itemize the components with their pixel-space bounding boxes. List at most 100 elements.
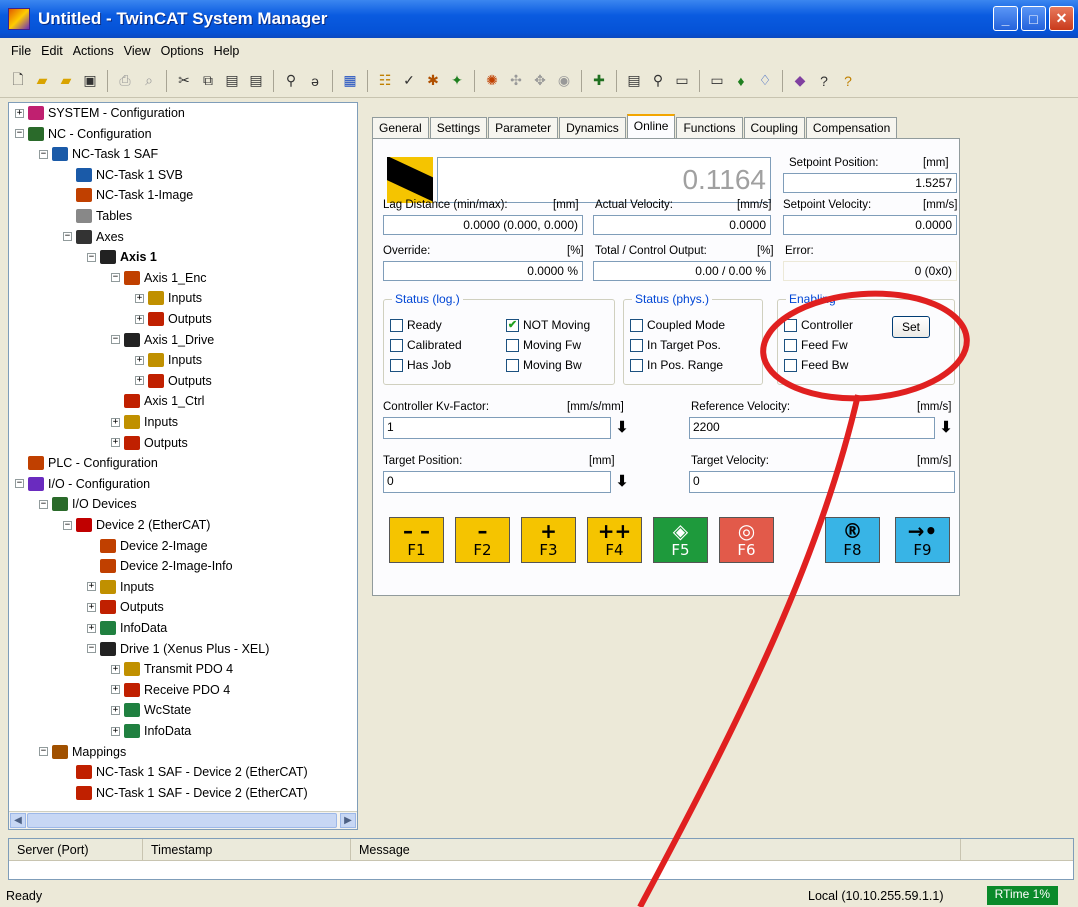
tree-node[interactable]: − Axis 1_Enc (111, 268, 207, 288)
ready-checkbox-box[interactable] (390, 318, 403, 332)
tree-expander-icon[interactable]: − (39, 747, 48, 757)
activate-configuration-icon[interactable]: ✱ (423, 71, 443, 91)
tree-node[interactable]: − NC - Configuration (15, 124, 152, 144)
ready-checkbox[interactable]: Ready (390, 318, 442, 332)
tree-node[interactable]: − Drive 1 (Xenus Plus - XEL) (87, 639, 269, 659)
has-job-checkbox-box[interactable] (390, 358, 403, 372)
f1-fast-backward-button[interactable]: – – F1 (389, 517, 444, 563)
cut-icon[interactable]: ✂ (174, 71, 194, 91)
open-folder-2-icon[interactable]: ▰ (56, 71, 76, 91)
tree-expander-icon[interactable]: + (111, 685, 120, 695)
tree-expander-icon[interactable]: + (111, 705, 120, 715)
properties-icon[interactable]: ▤ (624, 71, 644, 91)
moving-fw-checkbox[interactable]: Moving Fw (506, 338, 581, 352)
tab-settings[interactable]: Settings (429, 117, 488, 138)
tree-node[interactable]: PLC - Configuration (15, 453, 158, 473)
generate-mappings-icon[interactable]: ☷ (375, 71, 395, 91)
variable-icon[interactable]: ▭ (672, 71, 692, 91)
tree-node[interactable]: + Inputs (135, 288, 202, 308)
help-icon[interactable]: ? (814, 71, 834, 91)
message-pane[interactable]: Server (Port) Timestamp Message (8, 838, 1074, 880)
coupled-mode-checkbox-box[interactable] (630, 318, 643, 332)
tree-node[interactable]: + InfoData (87, 618, 167, 638)
tree-expander-icon[interactable]: − (15, 129, 24, 139)
f5-start-button[interactable]: ◈ F5 (653, 517, 708, 563)
feed-fw-checkbox-box[interactable] (784, 338, 797, 352)
reference-velocity-input[interactable]: 2200 (689, 417, 935, 439)
feed-bw-checkbox-box[interactable] (784, 358, 797, 372)
tree-node[interactable]: − Axis 1 (87, 247, 157, 267)
check-configuration-icon[interactable]: ✓ (399, 71, 419, 91)
add-device-icon[interactable]: ✚ (589, 71, 609, 91)
target-system-icon[interactable]: ▦ (340, 71, 360, 91)
feed-fw-checkbox[interactable]: Feed Fw (784, 338, 848, 352)
f9-home-button[interactable]: →• F9 (895, 517, 950, 563)
copy-icon[interactable]: ⧉ (198, 71, 218, 91)
tree-expander-icon[interactable]: + (111, 726, 120, 736)
tree-expander-icon[interactable]: − (39, 499, 48, 509)
column-server-port[interactable]: Server (Port) (9, 839, 143, 860)
controller-checkbox[interactable]: Controller (784, 318, 853, 332)
tree-node[interactable]: + Receive PDO 4 (111, 680, 230, 700)
f3-slow-forward-button[interactable]: + F3 (521, 517, 576, 563)
config-mode-icon[interactable]: ✥ (530, 71, 550, 91)
tree-node[interactable]: + Outputs (135, 371, 212, 391)
tree-expander-icon[interactable]: − (15, 479, 24, 489)
kv-factor-download-icon[interactable]: ⬇ (613, 418, 631, 438)
has-job-checkbox[interactable]: Has Job (390, 358, 451, 372)
coupled-mode-checkbox[interactable]: Coupled Mode (630, 318, 725, 332)
tree-node[interactable]: − Device 2 (EtherCAT) (63, 515, 210, 535)
menu-actions[interactable]: Actions (68, 44, 119, 58)
open-folder-icon[interactable]: ▰ (32, 71, 52, 91)
menu-options[interactable]: Options (156, 44, 209, 58)
tree-node[interactable]: NC-Task 1 SVB (63, 165, 183, 185)
reference-velocity-download-icon[interactable]: ⬇ (937, 418, 955, 438)
in-pos-range-checkbox-box[interactable] (630, 358, 643, 372)
set-enabling-button[interactable]: Set (892, 316, 930, 338)
tree-node[interactable]: + Inputs (87, 577, 154, 597)
tree-expander-icon[interactable]: + (87, 582, 96, 592)
tree-expander-icon[interactable]: + (111, 417, 120, 427)
tree-node[interactable]: Device 2-Image (87, 536, 208, 556)
tree-node[interactable]: − I/O - Configuration (15, 474, 150, 494)
tree-node[interactable]: − Axis 1_Drive (111, 330, 214, 350)
free-run-icon[interactable]: ✣ (506, 71, 526, 91)
not-moving-checkbox[interactable]: ✔ NOT Moving (506, 318, 590, 332)
tree-expander-icon[interactable]: + (135, 314, 144, 324)
target-position-input[interactable]: 0 (383, 471, 611, 493)
tree-expander-icon[interactable]: − (87, 644, 96, 654)
tree-node[interactable]: − NC-Task 1 SAF (39, 144, 158, 164)
in-pos-range-checkbox[interactable]: In Pos. Range (630, 358, 723, 372)
bookmark-icon[interactable]: ♦ (731, 71, 751, 91)
menu-file[interactable]: File (6, 44, 36, 58)
f6-stop-button[interactable]: ◎ F6 (719, 517, 774, 563)
paste-icon[interactable]: ▤ (222, 71, 242, 91)
tree-expander-icon[interactable]: + (135, 355, 144, 365)
tree-expander-icon[interactable]: + (111, 438, 120, 448)
print-icon[interactable]: ⎙ (115, 71, 135, 91)
tab-coupling[interactable]: Coupling (743, 117, 805, 138)
close-button[interactable]: ✕ (1049, 6, 1074, 31)
zoom-icon[interactable]: ⚲ (648, 71, 668, 91)
f2-slow-backward-button[interactable]: – F2 (455, 517, 510, 563)
tree-horizontal-scrollbar[interactable]: ◀ ▶ (9, 811, 357, 829)
not-moving-checkbox-box[interactable]: ✔ (506, 318, 519, 332)
tab-online[interactable]: Online (626, 114, 676, 138)
scope-icon[interactable]: ♢ (755, 71, 775, 91)
tree-node[interactable]: − Axes (63, 227, 124, 247)
menu-edit[interactable]: Edit (36, 44, 68, 58)
moving-fw-checkbox-box[interactable] (506, 338, 519, 352)
watch-icon[interactable]: ▭ (707, 71, 727, 91)
kv-factor-input[interactable]: 1 (383, 417, 611, 439)
feed-bw-checkbox[interactable]: Feed Bw (784, 358, 848, 372)
book-icon[interactable]: ◆ (790, 71, 810, 91)
tree-expander-icon[interactable]: + (87, 602, 96, 612)
in-target-pos-checkbox[interactable]: In Target Pos. (630, 338, 721, 352)
column-timestamp[interactable]: Timestamp (143, 839, 351, 860)
controller-checkbox-box[interactable] (784, 318, 797, 332)
scroll-left-icon[interactable]: ◀ (10, 813, 26, 828)
scroll-right-icon[interactable]: ▶ (340, 813, 356, 828)
moving-bw-checkbox-box[interactable] (506, 358, 519, 372)
target-velocity-input[interactable]: 0 (689, 471, 955, 493)
restart-icon[interactable]: ✦ (447, 71, 467, 91)
